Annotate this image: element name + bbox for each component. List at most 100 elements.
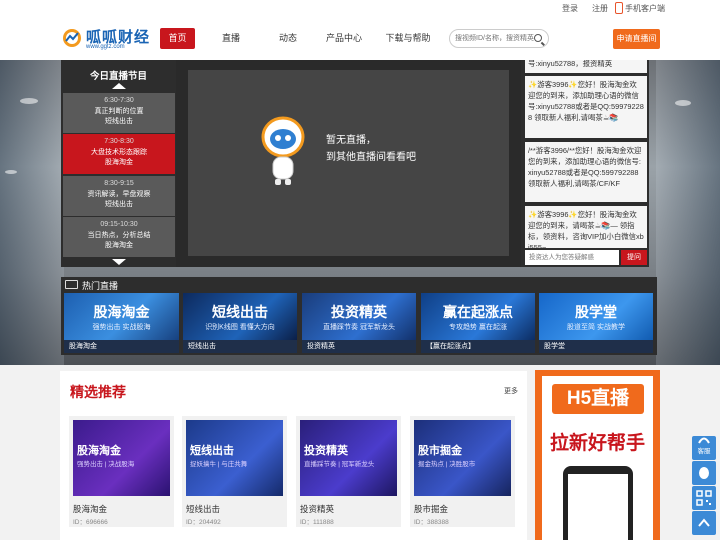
hero-wall-left xyxy=(0,60,64,365)
slot-topic: 大盘技术形态跟踪 xyxy=(91,148,147,156)
nav-download-help[interactable]: 下载与帮助 xyxy=(384,28,432,49)
hot-card-caption: 股学堂 xyxy=(539,340,653,353)
hot-card-heading: 股学堂 xyxy=(575,304,617,320)
featured-card-name[interactable]: 短线出击 xyxy=(186,503,220,515)
ask-question-button[interactable]: 提问 xyxy=(621,250,647,265)
ceiling-light xyxy=(675,100,691,106)
hot-live-card[interactable]: 股海淘金 强势出击 实战股海 股海淘金 xyxy=(64,293,179,353)
hot-live-card[interactable]: 赢在起涨点 专攻趋势 赢在起涨 【赢在起涨点】 xyxy=(421,293,535,353)
mascot-icon xyxy=(261,116,305,185)
nav-news[interactable]: 动态 xyxy=(272,28,304,49)
schedule-slot[interactable]: 6:30-7:30 真正判断的位置 短线出击 xyxy=(63,93,175,133)
hot-card-heading: 投资精英 xyxy=(331,304,387,320)
schedule-title: 今日直播节目 xyxy=(89,71,147,82)
customer-service-button[interactable]: 客服 xyxy=(692,436,716,460)
featured-card-name[interactable]: 股海淘金 xyxy=(73,503,107,515)
back-to-top-button[interactable] xyxy=(692,511,716,535)
schedule-slot-active[interactable]: 7:30-8:30 大盘技术形态跟踪 股海淘金 xyxy=(63,134,175,174)
featured-card-heading: 投资精英 xyxy=(304,445,348,457)
featured-title: 精选推荐 xyxy=(70,384,126,400)
slot-room: 股海淘金 xyxy=(105,242,133,249)
search-icon[interactable] xyxy=(534,34,542,42)
featured-card-heading: 短线出击 xyxy=(190,445,234,457)
slot-room: 短线出击 xyxy=(105,118,133,125)
hot-card-slogan: 直播踩节奏 冠军新龙头 xyxy=(323,324,395,331)
featured-card[interactable]: 股市掘金 掘金热点 | 决胜股市 股市掘金 ID：388388 xyxy=(410,416,515,527)
featured-card-name[interactable]: 股市掘金 xyxy=(414,503,448,515)
header: 呱呱财经 www.ggtz.com 首页 直播 动态 产品中心 下载与帮助 申请… xyxy=(0,18,720,60)
featured-card-heading: 股海淘金 xyxy=(77,445,121,457)
hot-live-card[interactable]: 股学堂 股道至简 实战教学 股学堂 xyxy=(539,293,653,353)
featured-card-id: ID：204492 xyxy=(186,519,221,526)
featured-card[interactable]: 投资精英 直播踩节奏 | 冠军新龙头 投资精英 ID：111888 xyxy=(296,416,401,527)
hot-card-caption: 【赢在起涨点】 xyxy=(421,340,535,353)
nav-live[interactable]: 直播 xyxy=(215,28,247,49)
hot-live-card[interactable]: 短线出击 识别K线图 看懂大方向 短线出击 xyxy=(183,293,297,353)
hot-card-slogan: 强势出击 实战股海 xyxy=(92,324,151,331)
featured-card-slogan: 捉妖擒牛 | 与庄共舞 xyxy=(190,461,248,468)
featured-card-id: ID：388388 xyxy=(414,519,449,526)
featured-card-id: ID：111888 xyxy=(300,519,334,526)
customer-service-label: 客服 xyxy=(697,448,711,455)
chat-message: /**游客3996/**您好！股海淘金欢迎您的到来，添加助理心语的微信号:xin… xyxy=(525,142,647,202)
featured-card-id: ID：696666 xyxy=(73,519,108,526)
slot-time: 6:30-7:30 xyxy=(104,97,134,104)
slot-time: 09:15-10:30 xyxy=(100,221,138,228)
top-bar: 登录 注册 手机客户端 xyxy=(0,0,720,18)
slot-topic: 真正判断的位置 xyxy=(94,107,144,115)
qr-code-button[interactable] xyxy=(692,486,716,510)
register-link[interactable]: 注册 xyxy=(592,3,608,14)
phone-icon xyxy=(698,437,710,444)
slot-room: 股海淘金 xyxy=(105,159,133,166)
schedule-down-arrow-icon[interactable] xyxy=(112,259,126,265)
slot-topic: 资讯解读，早盘观察 xyxy=(87,190,151,198)
qq-button[interactable] xyxy=(692,461,716,485)
ceiling-light xyxy=(20,98,38,104)
login-link[interactable]: 登录 xyxy=(562,3,578,14)
mobile-client-link[interactable]: 手机客户端 xyxy=(625,3,665,14)
search-input[interactable] xyxy=(455,30,535,47)
schedule-up-arrow-icon[interactable] xyxy=(112,83,126,89)
chat-message: ✨游客3996✨您好！股海淘金欢迎您的到来，添加助理心语的微信号:xinyu52… xyxy=(525,76,647,138)
arrow-up-icon xyxy=(698,518,710,527)
logo-url: www.ggtz.com xyxy=(86,44,125,50)
more-link[interactable]: 更多 xyxy=(504,386,518,396)
nav-home[interactable]: 首页 xyxy=(160,28,195,49)
featured-card-heading: 股市掘金 xyxy=(418,445,462,457)
search-box xyxy=(449,29,549,48)
hot-live-card[interactable]: 投资精英 直播踩节奏 冠军新龙头 投资精英 xyxy=(302,293,416,353)
apply-live-room-button[interactable]: 申请直播间 xyxy=(613,29,660,49)
hot-card-heading: 赢在起涨点 xyxy=(443,304,513,320)
logo-icon xyxy=(63,29,81,47)
featured-card[interactable]: 股海淘金 强势出击 | 决战股海 股海淘金 ID：696666 xyxy=(69,416,174,527)
qr-code-icon xyxy=(696,490,712,506)
slot-time: 7:30-8:30 xyxy=(104,138,134,145)
hot-card-heading: 短线出击 xyxy=(212,304,268,320)
phone-icon xyxy=(615,2,623,14)
hot-live-title: 热门直播 xyxy=(82,281,119,291)
featured-card-slogan: 强势出击 | 决战股海 xyxy=(77,461,135,468)
chat-message: 号:xinyu52788，报资精英 xyxy=(525,60,647,73)
featured-card[interactable]: 短线出击 捉妖擒牛 | 与庄共舞 短线出击 ID：204492 xyxy=(182,416,287,527)
slot-topic: 当日热点，分析总结 xyxy=(87,231,151,239)
no-live-line1: 暂无直播， xyxy=(326,135,376,146)
hot-card-caption: 短线出击 xyxy=(183,340,297,353)
ad-tagline: 拉新好帮手 xyxy=(549,433,645,454)
hero-wall-right xyxy=(656,60,720,365)
schedule-slot[interactable]: 09:15-10:30 当日热点，分析总结 股海淘金 xyxy=(63,217,175,257)
schedule-slot[interactable]: 8:30-9:15 资讯解读，早盘观察 短线出击 xyxy=(63,176,175,216)
chat-question-input[interactable] xyxy=(525,250,619,265)
chat-message: ✨游客3996✨您好！股海淘金欢迎您的到来，请喝茶☕📚— 领指标，领资料，咨询V… xyxy=(525,206,647,248)
no-live-line2: 到其他直播间看看吧 xyxy=(326,152,416,163)
hot-card-slogan: 股道至简 实战教学 xyxy=(567,324,625,331)
camera-icon xyxy=(65,280,78,289)
hot-card-slogan: 识别K线图 看懂大方向 xyxy=(205,324,275,331)
featured-card-slogan: 掘金热点 | 决胜股市 xyxy=(418,461,476,468)
hot-card-heading: 股海淘金 xyxy=(93,304,150,320)
phone-screen xyxy=(568,474,628,540)
featured-card-slogan: 直播踩节奏 | 冠军新龙头 xyxy=(304,461,375,468)
nav-products[interactable]: 产品中心 xyxy=(322,28,366,49)
qq-icon xyxy=(699,467,709,479)
ceiling-light xyxy=(5,170,17,174)
featured-card-name[interactable]: 投资精英 xyxy=(300,503,334,515)
